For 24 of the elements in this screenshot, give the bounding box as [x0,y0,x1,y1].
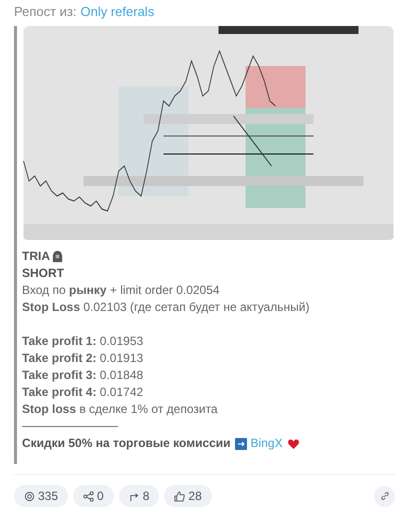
post-text: Take profit 3: 0.01848 [22,367,144,384]
projection-line [233,116,272,166]
stat-button[interactable]: 8 [118,485,160,507]
post-text: Stop Loss 0.02103 (где сетап будет не актуальный) [22,299,310,316]
post-text: Take profit 1: 0.01953 [22,333,144,350]
post-text: Вход по рынку + limit order 0.02054 [22,282,221,299]
stop-loss-zone [246,66,306,108]
heart-icon [286,438,300,450]
link-icon [380,491,390,501]
promo-text: Скидки 50% на торговые комиссии [22,435,231,452]
repost-label: Репост из: [14,4,76,20]
post-text: Take profit 4: 0.01742 [22,384,144,401]
post-text: Take profit 2: 0.01913 [22,350,144,367]
share-icon [83,490,94,502]
stat-button[interactable]: 335 [14,485,68,507]
forward-arrow-icon [128,490,140,502]
stat-button[interactable]: 28 [164,485,212,507]
post-heading: SHORT [22,265,65,282]
thumbs-up-icon [174,490,186,502]
eye-icon [24,490,35,502]
link-button[interactable] [374,486,395,506]
post-text: Stop loss в сделке 1% от депозита [22,401,219,418]
stat-button[interactable]: 0 [73,485,114,507]
post-heading: TRIA [22,248,50,265]
